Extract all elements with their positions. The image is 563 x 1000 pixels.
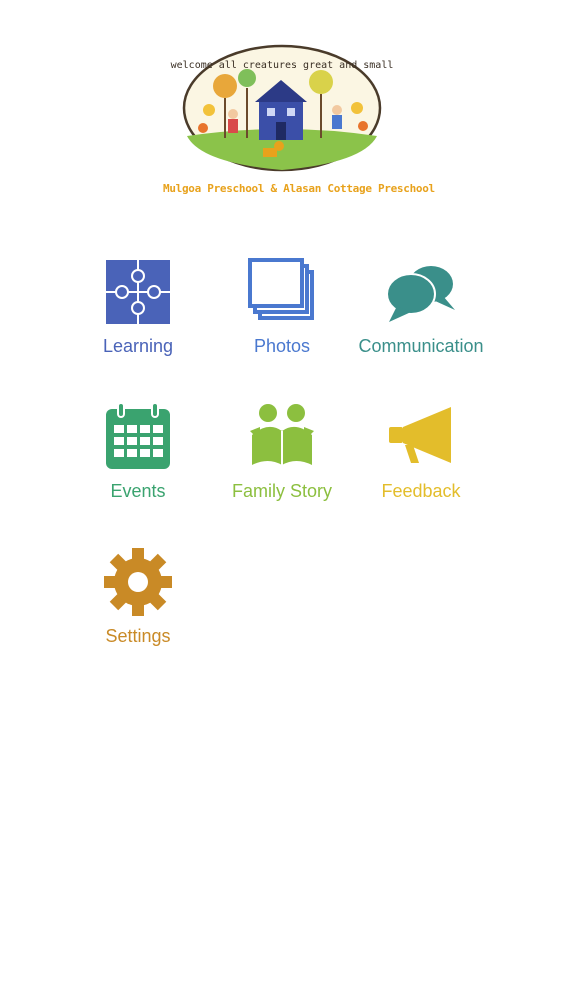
menu-communication[interactable]: Communication — [346, 256, 496, 376]
menu-photos[interactable]: Photos — [207, 256, 357, 376]
menu-label-feedback: Feedback — [381, 481, 461, 501]
gear-icon — [104, 548, 172, 616]
logo-illustration: welcome all creatures great and small — [171, 44, 394, 172]
menu-learning[interactable]: Learning — [63, 256, 213, 376]
menu-events[interactable]: Events — [63, 401, 213, 521]
menu-family-story[interactable]: Family Story — [207, 401, 357, 521]
menu-label-learning: Learning — [102, 336, 174, 356]
menu-label-photos: Photos — [253, 336, 311, 356]
menu-settings[interactable]: Settings — [63, 546, 213, 666]
family-reading-icon — [250, 404, 314, 465]
logo-title: welcome all creatures great and small — [171, 60, 394, 71]
puzzle-icon — [106, 260, 170, 324]
menu-label-family-story: Family Story — [231, 481, 332, 501]
chat-bubbles-icon — [386, 266, 455, 322]
preschool-logo: welcome all creatures great and small Mu… — [163, 38, 435, 206]
photos-icon — [248, 258, 314, 320]
megaphone-icon — [389, 407, 451, 463]
menu-label-events: Events — [110, 481, 166, 501]
menu-feedback[interactable]: Feedback — [346, 401, 496, 521]
menu-label-communication: Communication — [358, 336, 484, 356]
logo-caption: Mulgoa Preschool & Alasan Cottage Presch… — [163, 182, 435, 195]
calendar-icon — [106, 402, 170, 469]
menu-label-settings: Settings — [105, 626, 171, 646]
